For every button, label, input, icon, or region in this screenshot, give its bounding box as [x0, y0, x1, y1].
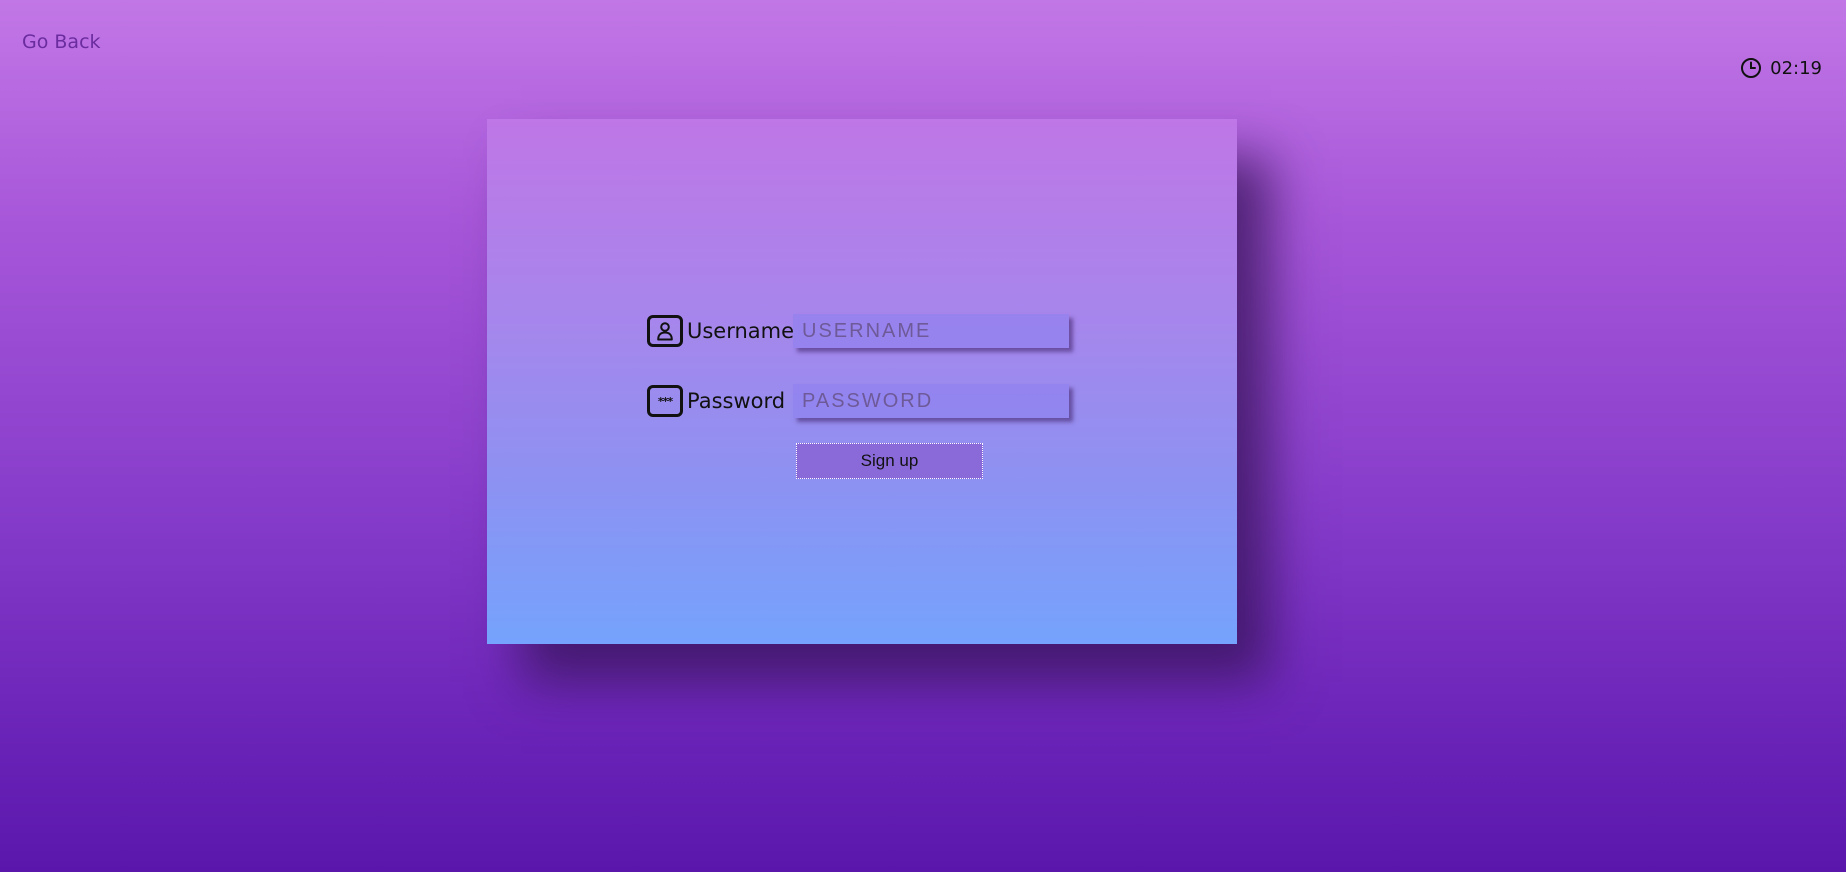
user-icon [647, 315, 683, 347]
username-row: Username [647, 314, 1069, 348]
clock-icon [1740, 57, 1762, 79]
signup-card: Username *** Password Sign up [487, 119, 1237, 644]
timer-value: 02:19 [1770, 57, 1822, 79]
password-label: Password [687, 389, 786, 413]
password-input[interactable] [793, 384, 1069, 418]
sign-up-button[interactable]: Sign up [796, 443, 983, 479]
password-icon: *** [647, 385, 683, 417]
password-row: *** Password [647, 384, 1069, 418]
timer: 02:19 [1740, 57, 1822, 79]
username-input[interactable] [793, 314, 1069, 348]
username-label: Username [687, 319, 795, 343]
password-icon-glyph: *** [657, 394, 673, 408]
go-back-link[interactable]: Go Back [22, 31, 101, 53]
